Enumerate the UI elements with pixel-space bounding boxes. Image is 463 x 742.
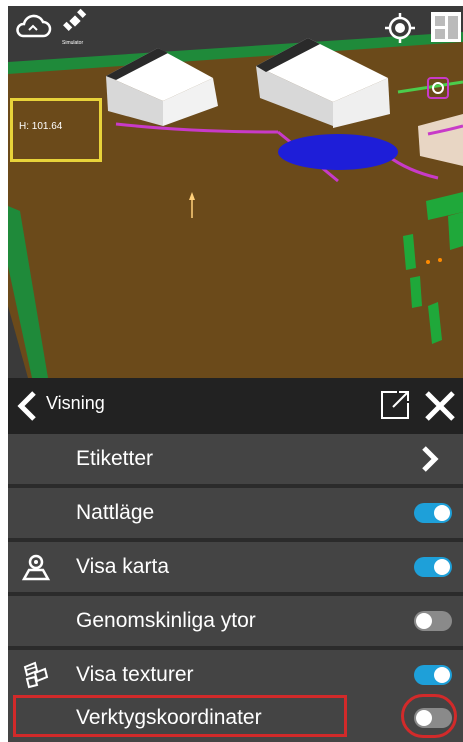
app-frame: Simulator H: 101.64 Visning Etiketter Na… xyxy=(8,6,463,742)
menu-row-label: Visa texturer xyxy=(76,663,194,686)
menu-row-genomskinliga-ytor[interactable]: Genomskinliga ytor xyxy=(8,596,463,646)
layout-icon[interactable] xyxy=(429,10,463,44)
highlight-frame-toggle xyxy=(401,694,457,738)
menu-row-label: Visa karta xyxy=(76,555,169,578)
scene-graphics xyxy=(8,6,463,378)
cloud-icon[interactable] xyxy=(14,14,52,40)
back-chevron-icon[interactable] xyxy=(14,390,40,422)
height-readout-box: H: 101.64 xyxy=(10,98,102,162)
open-external-icon[interactable] xyxy=(379,389,411,421)
menu-row-label: Nattläge xyxy=(76,501,155,524)
satellite-label: Simulator xyxy=(62,40,84,46)
panel-header: Visning xyxy=(8,378,463,434)
menu-row-label: Etiketter xyxy=(76,447,154,470)
toggle-knob xyxy=(434,667,450,683)
menu-row-visa-karta[interactable]: Visa karta xyxy=(8,542,463,592)
texture-icon xyxy=(23,661,49,689)
menu-row-nattlage[interactable]: Nattläge xyxy=(8,488,463,538)
menu-row-label: Genomskinliga ytor xyxy=(76,609,256,632)
genomskinliga-ytor-toggle[interactable] xyxy=(414,611,452,631)
visa-texturer-toggle[interactable] xyxy=(414,665,452,685)
toggle-knob xyxy=(434,505,450,521)
highlight-frame-label xyxy=(13,695,347,737)
toggle-knob xyxy=(416,613,432,629)
close-icon[interactable] xyxy=(423,389,457,423)
chevron-right-icon xyxy=(422,446,439,472)
toggle-knob xyxy=(434,559,450,575)
satellite-icon[interactable] xyxy=(62,8,90,36)
panel-title: Visning xyxy=(46,393,105,413)
focus-icon[interactable] xyxy=(426,76,450,100)
nattlage-toggle[interactable] xyxy=(414,503,452,523)
map-viewport[interactable]: Simulator H: 101.64 xyxy=(8,6,463,378)
locate-icon[interactable] xyxy=(384,12,416,44)
visa-karta-toggle[interactable] xyxy=(414,557,452,577)
menu-row-etiketter[interactable]: Etiketter xyxy=(8,434,463,484)
height-readout: H: 101.64 xyxy=(19,121,63,132)
map-pin-icon xyxy=(21,554,51,581)
